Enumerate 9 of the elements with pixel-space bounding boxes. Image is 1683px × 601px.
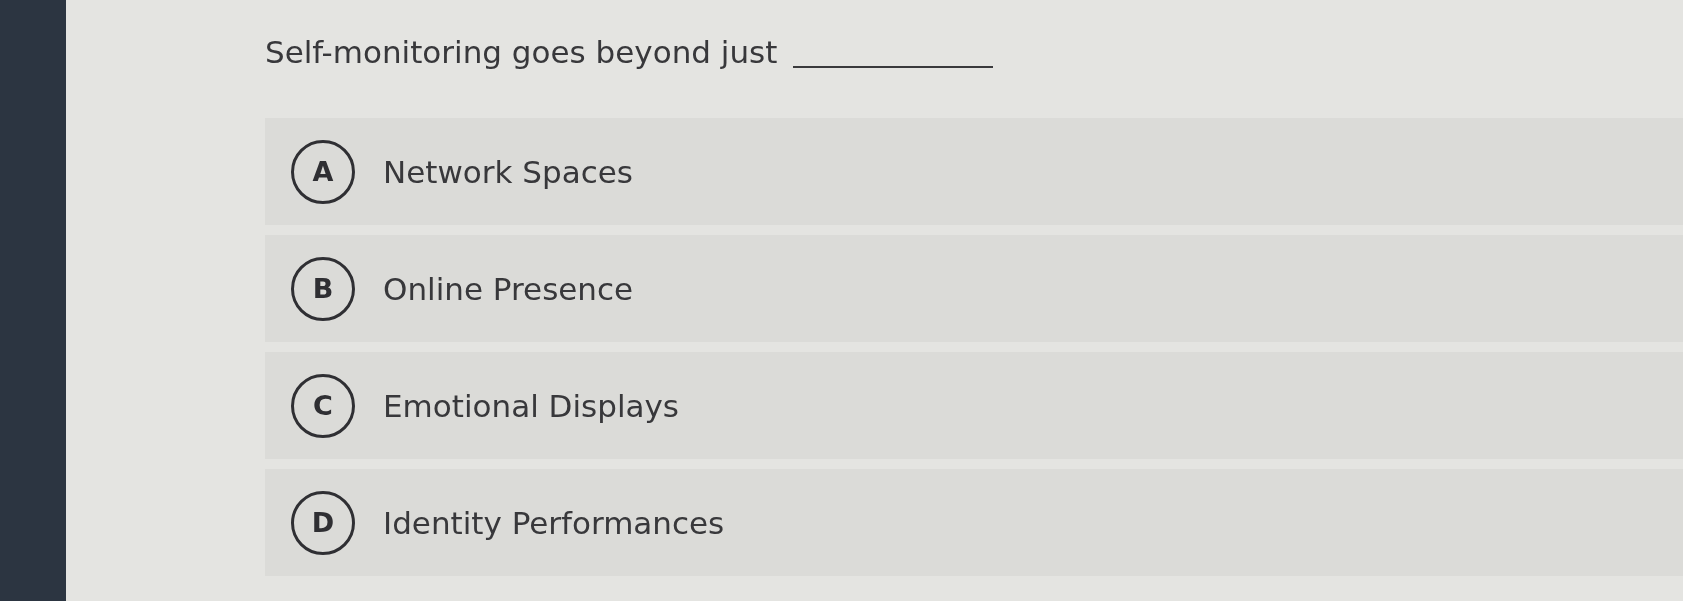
- answer-option[interactable]: A Network Spaces: [265, 118, 1683, 225]
- option-letter: A: [291, 139, 355, 204]
- answer-option[interactable]: C Emotional Displays: [265, 352, 1683, 459]
- option-letter: C: [291, 373, 355, 438]
- answer-option[interactable]: B Online Presence: [265, 235, 1683, 342]
- answer-option[interactable]: D Identity Performances: [265, 469, 1683, 576]
- question-text: Self-monitoring goes beyond just: [265, 33, 778, 72]
- option-letter: B: [291, 256, 355, 321]
- option-letter: D: [291, 490, 355, 555]
